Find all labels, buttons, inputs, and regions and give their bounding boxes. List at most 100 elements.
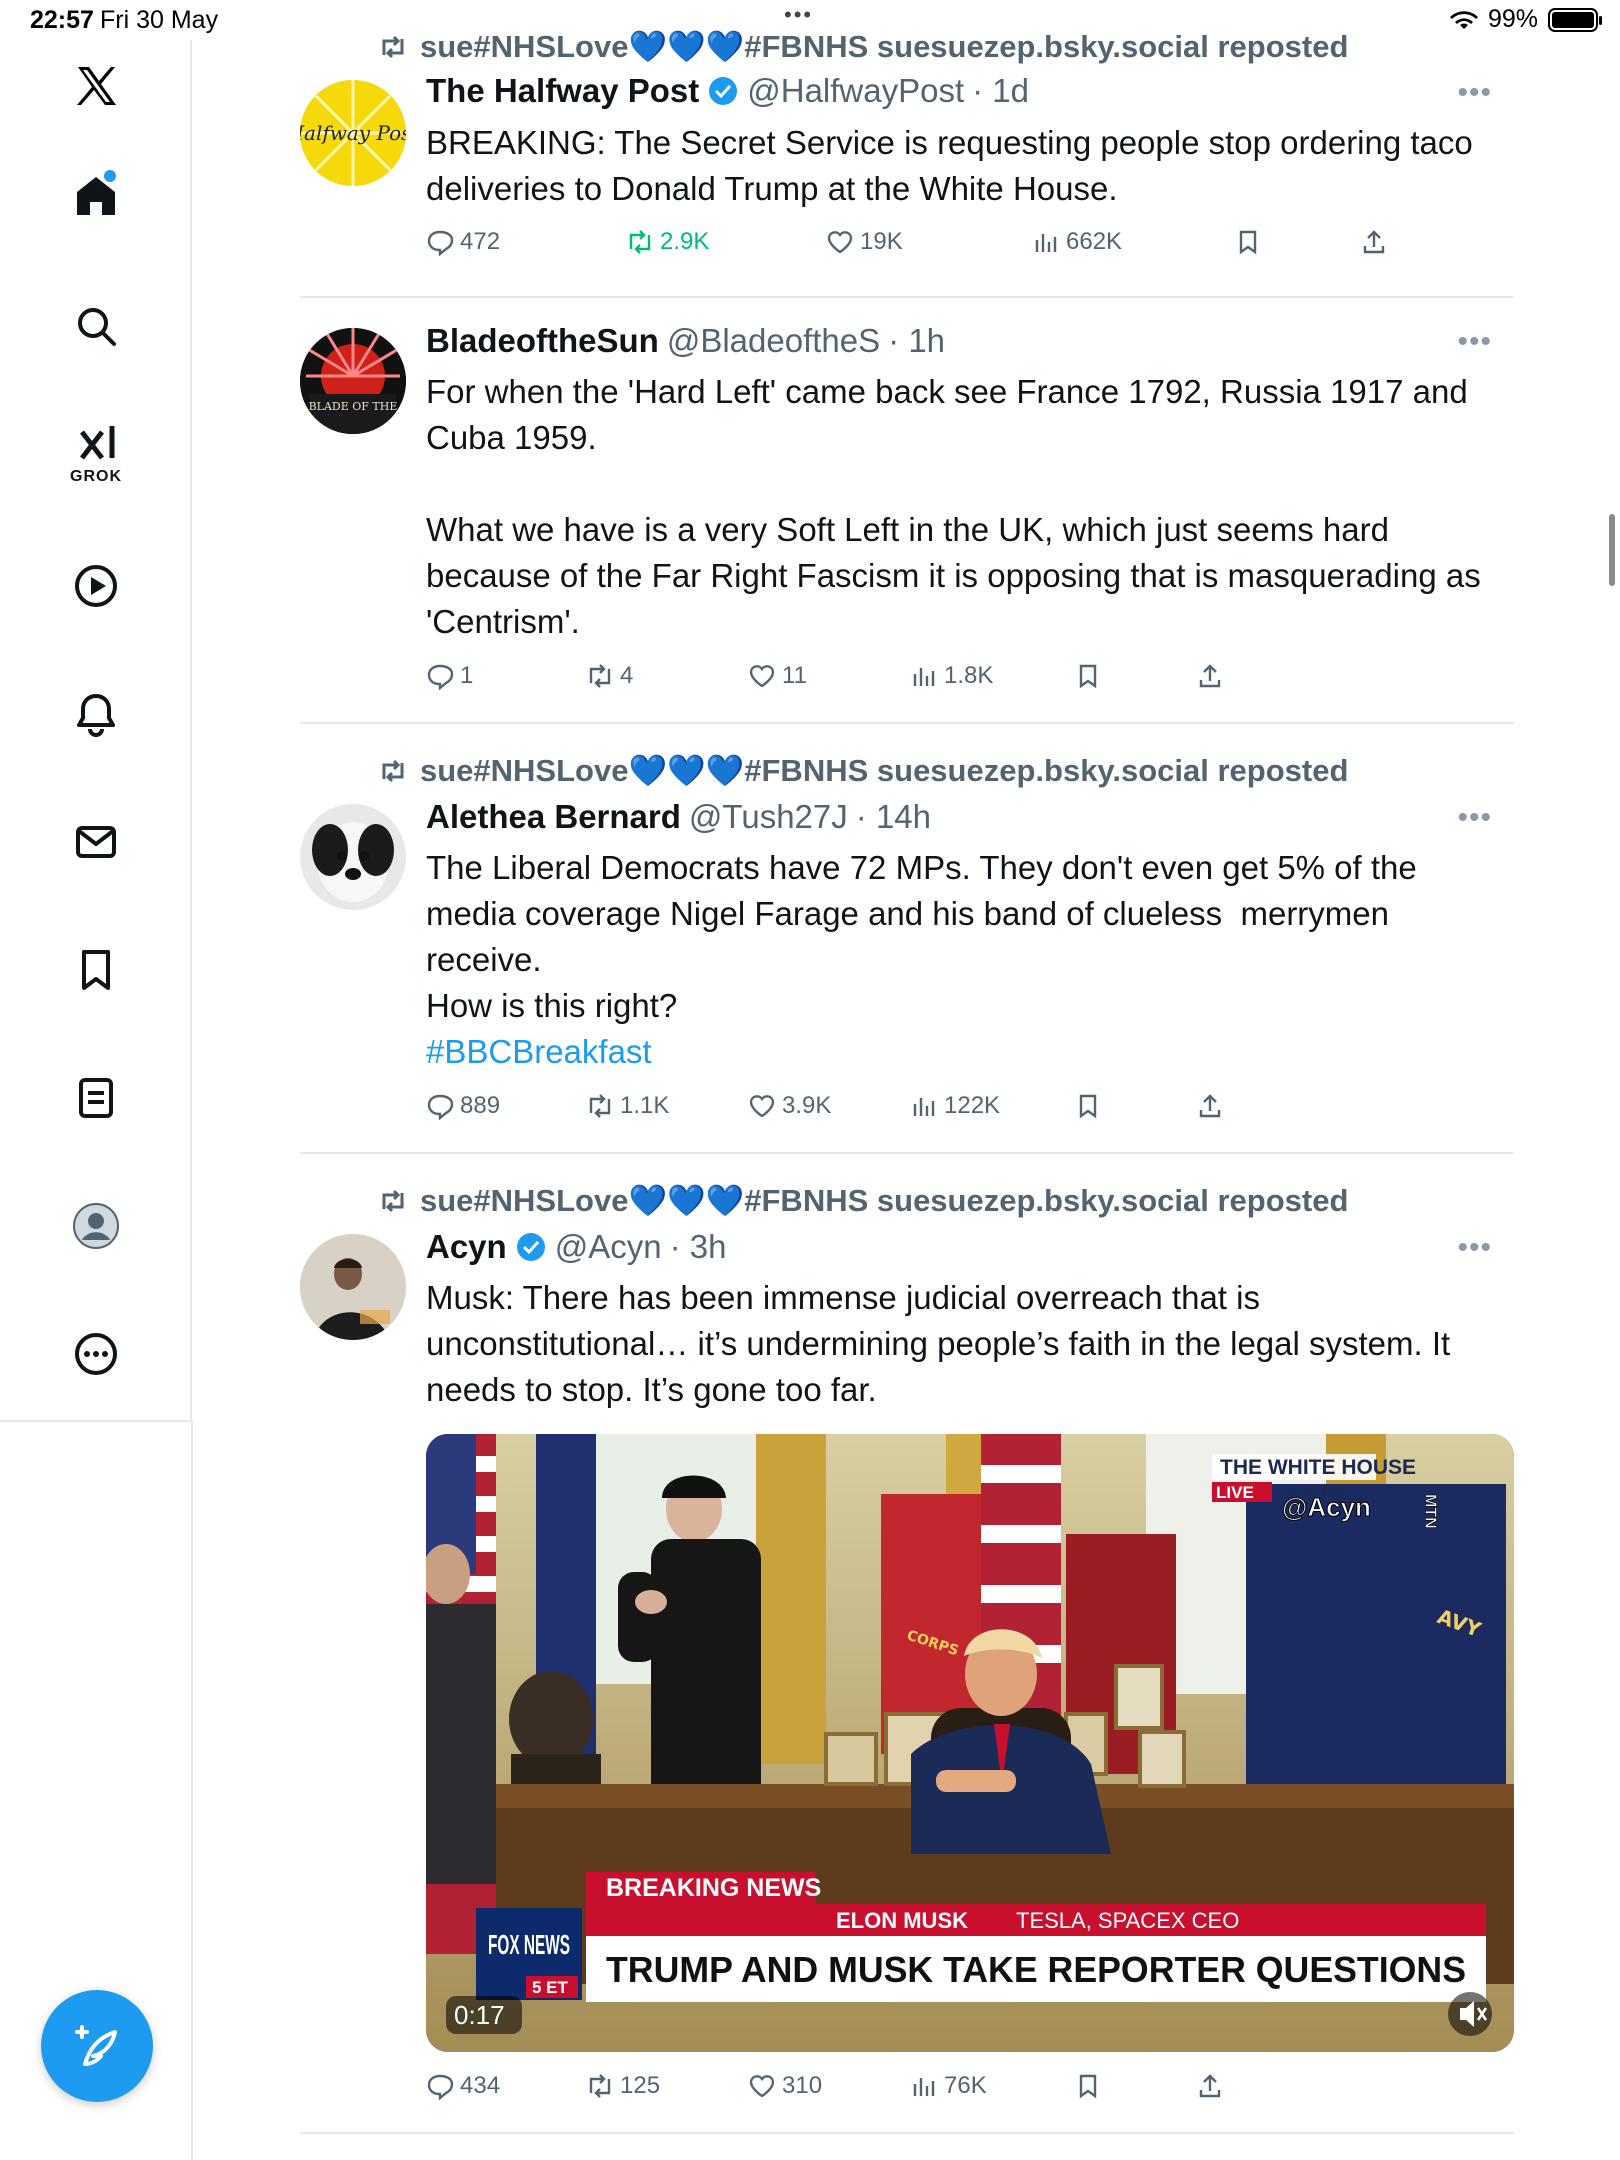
avatar[interactable]: Halfway Post — [300, 80, 406, 186]
reply-icon — [427, 664, 454, 690]
like-button[interactable]: 11 — [748, 662, 807, 690]
repost-icon — [589, 664, 611, 688]
more-options-icon[interactable]: ••• — [1457, 325, 1492, 359]
views-button[interactable]: 662K — [1032, 228, 1122, 256]
avatar[interactable] — [300, 1234, 406, 1340]
status-date: Fri 30 May — [100, 6, 219, 34]
share-button[interactable] — [1360, 228, 1388, 256]
post-divider — [300, 722, 1514, 724]
post-text: The Liberal Democrats have 72 MPs. They … — [426, 845, 1506, 1075]
hashtag-link[interactable]: #BBCBreakfast — [426, 1033, 652, 1070]
multitasking-dots[interactable]: ••• — [784, 2, 813, 28]
author-name[interactable]: Acyn — [426, 1228, 507, 1266]
post-time[interactable]: · 3h — [670, 1228, 727, 1266]
repost-banner: sue#NHSLove💙💙💙#FBNHS suesuezep.bsky.soci… — [378, 752, 1348, 789]
network-et: 5 ET — [532, 1978, 569, 1997]
avatar-text: Halfway Post — [300, 121, 406, 145]
post-body: The Liberal Democrats have 72 MPs. They … — [426, 849, 1417, 1024]
author-name[interactable]: The Halfway Post — [426, 72, 699, 110]
post-time[interactable]: · 1h — [888, 322, 945, 360]
play-icon[interactable] — [50, 540, 142, 632]
share-icon — [1199, 2074, 1221, 2098]
share-button[interactable] — [1196, 2072, 1224, 2100]
reply-icon — [427, 2074, 454, 2100]
avatar[interactable] — [300, 804, 406, 910]
author-handle[interactable]: @Acyn — [555, 1228, 662, 1266]
like-count: 19K — [860, 228, 903, 255]
grok-icon[interactable]: GROK — [50, 408, 142, 500]
bookmark-icon[interactable] — [50, 924, 142, 1016]
author-name[interactable]: BladeoftheSun — [426, 322, 659, 360]
views-icon — [1035, 234, 1057, 252]
post-time[interactable]: · 14h — [856, 798, 931, 836]
compose-button[interactable] — [41, 1990, 153, 2102]
action-bar: 889 1.1K 3.9K 122K — [426, 1092, 1426, 1132]
more-options-icon[interactable]: ••• — [1457, 1231, 1492, 1265]
share-button[interactable] — [1196, 662, 1224, 690]
views-icon — [913, 1098, 935, 1116]
mute-icon[interactable] — [1448, 1992, 1492, 2036]
share-icon — [1363, 230, 1385, 254]
post-text: BREAKING: The Secret Service is requesti… — [426, 124, 1482, 207]
video-frame: CORPS AVY THE WHITE HOUSE LIVE 2:45 PM @… — [426, 1434, 1514, 2052]
x-logo-icon[interactable] — [50, 40, 142, 132]
post-header: BladeoftheSun @BladeoftheS · 1h — [426, 322, 945, 360]
repost-icon — [629, 230, 651, 254]
home-icon[interactable] — [50, 150, 142, 242]
search-icon[interactable] — [50, 280, 142, 372]
views-button[interactable]: 122K — [910, 1092, 1000, 1120]
wifi-icon — [1449, 10, 1478, 29]
profile-icon[interactable] — [50, 1180, 142, 1272]
reply-button[interactable]: 472 — [426, 228, 500, 256]
like-count: 3.9K — [782, 1092, 832, 1119]
share-button[interactable] — [1196, 1092, 1224, 1120]
views-button[interactable]: 76K — [910, 2072, 987, 2100]
heart-icon — [749, 1095, 775, 1118]
like-button[interactable]: 3.9K — [748, 1092, 831, 1120]
repost-button[interactable]: 1.1K — [586, 1092, 669, 1120]
bookmark-button[interactable] — [1234, 228, 1262, 256]
post-header: Alethea Bernard @Tush27J · 14h — [426, 798, 931, 836]
more-circle-icon[interactable] — [50, 1308, 142, 1400]
repost-button[interactable]: 2.9K — [626, 228, 709, 256]
repost-button[interactable]: 4 — [586, 662, 633, 690]
bookmark-button[interactable] — [1074, 2072, 1102, 2100]
more-options-icon[interactable]: ••• — [1457, 801, 1492, 835]
video-player[interactable]: CORPS AVY THE WHITE HOUSE LIVE 2:45 PM @… — [426, 1434, 1514, 2052]
post-divider — [300, 2132, 1514, 2134]
bookmark-button[interactable] — [1074, 1092, 1102, 1120]
author-handle[interactable]: @HalfwayPost — [747, 72, 964, 110]
scrollbar[interactable] — [1609, 514, 1615, 586]
repost-banner: sue#NHSLove💙💙💙#FBNHS suesuezep.bsky.soci… — [378, 28, 1348, 65]
bookmark-icon — [1079, 664, 1097, 689]
views-button[interactable]: 1.8K — [910, 662, 993, 690]
author-name[interactable]: Alethea Bernard — [426, 798, 681, 836]
avatar[interactable]: BLADE OF THE — [300, 328, 406, 434]
reply-button[interactable]: 889 — [426, 1092, 500, 1120]
bookmark-button[interactable] — [1074, 662, 1102, 690]
author-handle[interactable]: @Tush27J — [689, 798, 848, 836]
like-button[interactable]: 19K — [826, 228, 903, 256]
reply-button[interactable]: 434 — [426, 2072, 500, 2100]
grok-label: GROK — [70, 468, 122, 485]
mail-icon[interactable] — [50, 796, 142, 888]
home-badge — [104, 170, 116, 182]
repost-count: 125 — [620, 2072, 661, 2099]
views-icon — [913, 2078, 935, 2096]
like-button[interactable]: 310 — [748, 2072, 822, 2100]
post-time[interactable]: · 1d — [972, 72, 1029, 110]
repost-button[interactable]: 125 — [586, 2072, 660, 2100]
reply-count: 1 — [460, 662, 474, 689]
action-bar: 1 4 11 1.8K — [426, 662, 1426, 702]
reply-button[interactable]: 1 — [426, 662, 473, 690]
repost-icon — [382, 759, 404, 782]
bookmark-icon — [1079, 2074, 1097, 2099]
verified-badge-icon — [516, 1233, 545, 1261]
bookmark-icon — [1239, 230, 1257, 255]
share-icon — [1199, 1094, 1221, 1118]
author-handle[interactable]: @BladeoftheS — [667, 322, 880, 360]
network-logo: FOX NEWS — [488, 1929, 570, 1960]
list-icon[interactable] — [50, 1052, 142, 1144]
more-options-icon[interactable]: ••• — [1457, 76, 1492, 110]
bell-icon[interactable] — [50, 668, 142, 760]
